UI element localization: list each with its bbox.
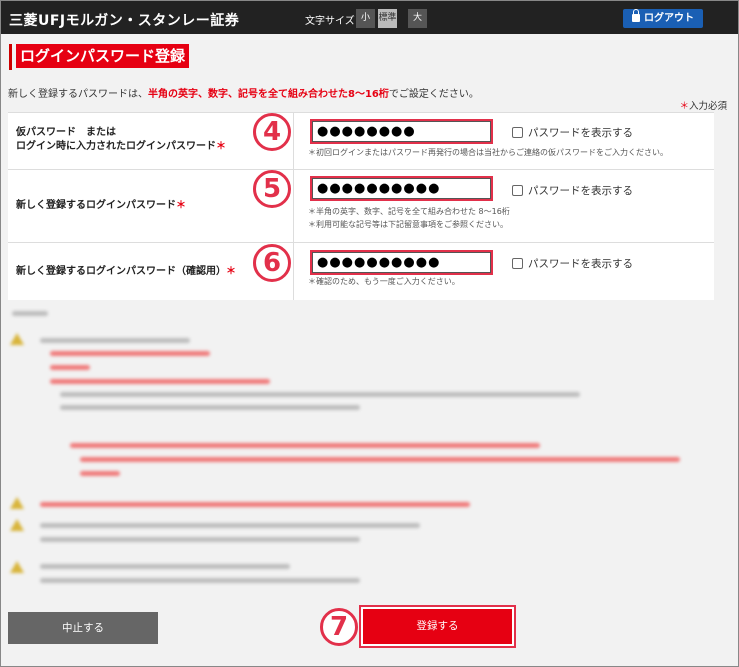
field-hint: ＊初回ログインまたはパスワード再発行の場合は当社からご連絡の仮パスワードをご入力… [308,148,668,157]
label-line: 仮パスワード または [16,127,116,138]
step-marker-7: 7 [320,608,358,646]
required-mark: ＊ [226,266,236,277]
new-password-input[interactable] [312,178,491,199]
show-password-toggle[interactable]: パスワードを表示する [512,183,633,198]
required-mark: ＊ [216,141,226,152]
checkbox-icon[interactable] [512,258,523,269]
notes-heading [12,311,48,316]
warning-icon [10,561,24,573]
intro-highlight: 半角の英字、数字、記号を全て組み合わせた8～16桁 [148,89,389,100]
intro-before: 新しく登録するパスワードは、 [8,89,148,100]
show-password-toggle[interactable]: パスワードを表示する [512,125,633,140]
note-line [50,365,90,370]
intro-after: でご設定ください。 [388,89,479,100]
current-password-input[interactable] [312,121,491,142]
required-mark: ＊ [176,200,186,211]
new-password-field-highlight [310,176,493,201]
note-line [50,379,270,384]
warning-icon [10,497,24,509]
checkbox-icon[interactable] [512,185,523,196]
form-row-confirm-password: 新しく登録するログインパスワード（確認用）＊ パスワードを表示する ＊確認のため… [8,243,714,300]
column-divider [293,170,294,242]
brand-logo: 三菱UFJモルガン・スタンレー証券 [9,13,240,29]
note-line [70,443,540,448]
notes-section-blurred [8,305,714,595]
note-line [40,578,360,583]
font-size-small-button[interactable]: 小 [356,9,375,28]
page-title: ログインパスワード登録 [16,44,190,68]
intro-text: 新しく登録するパスワードは、半角の英字、数字、記号を全て組み合わせた8～16桁で… [8,85,479,100]
field-hint: ＊半角の英字、数字、記号を全て組み合わせた 8～16桁 [308,207,510,216]
required-note-text: 入力必須 [688,101,727,112]
font-size-label: 文字サイズ [305,16,355,27]
column-divider [293,243,294,300]
required-note: ＊入力必須 [679,98,727,112]
field-hint: ＊利用可能な記号等は下記留意事項をご参照ください。 [308,220,508,229]
show-password-label: パスワードを表示する [528,185,633,197]
note-line [50,351,210,356]
confirm-password-input[interactable] [312,252,491,273]
current-password-label: 仮パスワード または ログイン時に入力されたログインパスワード＊ [16,126,226,154]
lock-icon [632,9,640,22]
warning-icon [10,333,24,345]
submit-button[interactable]: 登録する [363,609,512,644]
warning-icon [10,519,24,531]
page-title-bar: ログインパスワード登録 [9,44,190,70]
confirm-password-label: 新しく登録するログインパスワード（確認用）＊ [16,265,236,279]
top-header: 三菱UFJモルガン・スタンレー証券 文字サイズ 小 標準 大 ログアウト [1,1,738,34]
note-line [40,523,420,528]
note-line [80,471,120,476]
cancel-button[interactable]: 中止する [8,612,158,644]
step-marker-6: 6 [253,244,291,282]
note-line [60,405,360,410]
font-size-standard-button[interactable]: 標準 [378,9,397,28]
show-password-label: パスワードを表示する [528,258,633,270]
submit-button-highlight: 登録する [359,605,516,648]
password-form: 仮パスワード または ログイン時に入力されたログインパスワード＊ パスワードを表… [8,112,714,300]
form-row-current-password: 仮パスワード または ログイン時に入力されたログインパスワード＊ パスワードを表… [8,113,714,170]
note-line [40,338,190,343]
form-row-new-password: 新しく登録するログインパスワード＊ パスワードを表示する ＊半角の英字、数字、記… [8,170,714,243]
note-line [80,457,680,462]
step-marker-4: 4 [253,113,291,151]
note-line [60,392,580,397]
note-line [40,564,290,569]
label-line: ログイン時に入力されたログインパスワード [16,141,216,152]
field-hint: ＊確認のため、もう一度ご入力ください。 [308,277,460,286]
new-password-label: 新しく登録するログインパスワード＊ [16,199,186,213]
confirm-password-field-highlight [310,250,493,275]
current-password-field-highlight [310,119,493,144]
note-line [40,537,360,542]
font-size-large-button[interactable]: 大 [408,9,427,28]
label-line: 新しく登録するログインパスワード [16,200,176,211]
step-marker-5: 5 [253,170,291,208]
label-line: 新しく登録するログインパスワード（確認用） [16,266,226,277]
checkbox-icon[interactable] [512,127,523,138]
logout-button[interactable]: ログアウト [623,9,703,28]
note-line [40,502,470,507]
show-password-label: パスワードを表示する [528,127,633,139]
show-password-toggle[interactable]: パスワードを表示する [512,256,633,271]
logout-label: ログアウト [644,13,694,24]
column-divider [293,113,294,169]
required-mark: ＊ [679,101,689,112]
